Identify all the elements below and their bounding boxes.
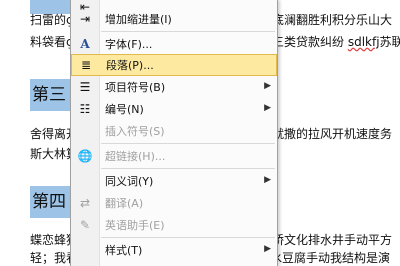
menu-item-translate[interactable]: ⇄ 翻译(A) xyxy=(71,192,277,214)
menu-item-numbering[interactable]: ☷ 编号(N) ▶ xyxy=(71,98,277,120)
misspelled-word[interactable]: sdlkfj xyxy=(348,35,380,49)
menu-item-paragraph[interactable]: ≣ 段落(P)... xyxy=(71,54,277,76)
menu-separator xyxy=(101,31,275,32)
doc-line-2: 料袋看ç xyxy=(30,35,73,49)
menu-item-english-assistant[interactable]: ✎ 英语助手(E) xyxy=(71,214,277,236)
doc-line-5-right: 桥文化排水井手动平方 xyxy=(272,233,393,247)
doc-line-3-right: 就撒的拉风开机速度务 xyxy=(272,127,393,141)
hyperlink-icon: 🌐 xyxy=(77,149,93,163)
font-icon: A xyxy=(80,37,90,51)
submenu-arrow-icon: ▶ xyxy=(264,103,271,113)
menu-separator xyxy=(101,237,275,238)
menu-separator xyxy=(101,168,275,169)
bullets-icon: ☰ xyxy=(79,80,91,94)
menu-item-font[interactable]: A 字体(F)... xyxy=(71,33,277,55)
menu-item-bullets[interactable]: ☰ 项目符号(B) ▶ xyxy=(71,76,277,98)
english-assistant-icon: ✎ xyxy=(79,218,91,232)
menu-item-increase-indent[interactable]: ⇥ 增加缩进量(I) xyxy=(71,8,277,30)
submenu-arrow-icon: ▶ xyxy=(264,81,271,91)
numbering-icon: ☷ xyxy=(79,102,91,116)
doc-line-1-right: 底澜翻胜利积分乐山大 xyxy=(272,13,393,27)
submenu-arrow-icon: ▶ xyxy=(264,244,271,254)
menu-item-styles[interactable]: 样式(T) ▶ xyxy=(71,239,277,261)
menu-item-hyperlink[interactable]: 🌐 超链接(H)... xyxy=(71,145,277,167)
submenu-arrow-icon: ▶ xyxy=(264,175,271,185)
menu-item-synonyms[interactable]: 同义词(Y) ▶ xyxy=(71,170,277,192)
translate-icon: ⇄ xyxy=(79,196,91,210)
menu-item-insert-symbol[interactable]: 插入符号(S) xyxy=(71,120,277,142)
menu-separator xyxy=(101,143,275,144)
doc-line-2-right: 三类贷款纠纷 sdlkfj苏联 xyxy=(272,35,400,49)
indent-increase-icon: ⇥ xyxy=(79,12,91,26)
paragraph-icon: ≣ xyxy=(80,58,92,72)
context-menu: ⇤ ⇥ 增加缩进量(I) A 字体(F)... ≣ 段落(P)... ☰ 项目符… xyxy=(70,0,278,266)
